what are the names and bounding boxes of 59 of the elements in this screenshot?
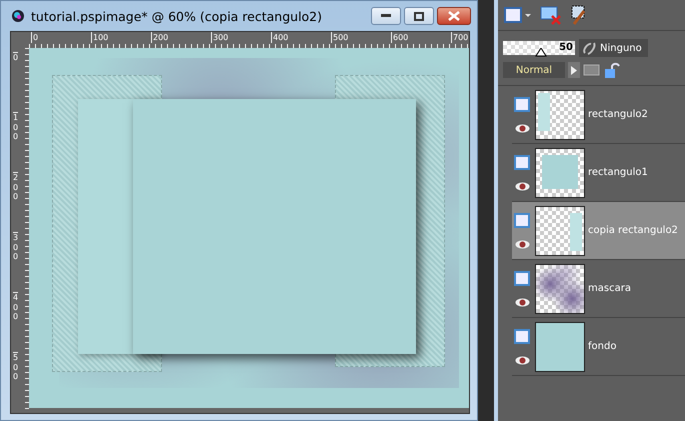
ruler-label: 0	[13, 52, 18, 63]
layer-name: copia rectangulo2	[588, 225, 678, 236]
close-button[interactable]	[437, 7, 471, 25]
raster-layer-icon[interactable]	[514, 96, 530, 112]
maximize-button[interactable]	[404, 7, 434, 25]
raster-layer-icon[interactable]	[514, 270, 530, 286]
blend-menu-button[interactable]	[568, 62, 580, 78]
layer-group-icon[interactable]	[583, 63, 601, 77]
slider-thumb[interactable]	[534, 48, 547, 57]
ruler-label: 400	[271, 32, 288, 43]
opacity-slider[interactable]: 50	[503, 41, 575, 55]
close-icon	[448, 11, 460, 21]
eye-icon[interactable]	[514, 356, 530, 364]
ruler-label: 300	[13, 232, 18, 262]
raster-layer-icon[interactable]	[514, 212, 530, 228]
selection-brush-button[interactable]	[570, 5, 588, 25]
window-title: tutorial.pspimage* @ 60% (copia rectangulo2)	[31, 8, 324, 24]
layer-thumbnail	[535, 148, 585, 198]
eye-icon[interactable]	[514, 298, 530, 306]
ruler-label: 500	[13, 352, 18, 382]
eye-icon[interactable]	[514, 124, 530, 132]
eye-icon[interactable]	[514, 182, 530, 190]
ruler-label: 400	[13, 292, 18, 322]
app-icon	[11, 9, 25, 23]
eye-icon[interactable]	[514, 240, 530, 248]
ruler-label: 200	[151, 32, 168, 43]
blend-mode-dropdown[interactable]: Normal	[503, 62, 565, 78]
ruler-label: 100	[13, 112, 18, 142]
ruler-label: 500	[331, 32, 348, 43]
mask-button[interactable]: Ninguno	[579, 39, 648, 57]
ruler-label: 300	[211, 32, 228, 43]
layer-thumbnail	[535, 90, 585, 140]
layer-name: rectangulo1	[588, 167, 648, 178]
layer-thumbnail	[535, 206, 585, 256]
delete-layer-icon	[540, 5, 562, 25]
ruler-label: 100	[91, 32, 108, 43]
layer-thumbnail	[535, 264, 585, 314]
ruler-label: 0	[31, 32, 38, 43]
layer-name: mascara	[588, 283, 631, 294]
ruler-label: 600	[391, 32, 408, 43]
raster-layer-icon[interactable]	[514, 328, 530, 344]
ruler-label: 700	[451, 32, 468, 43]
maximize-icon	[414, 12, 424, 20]
layer-thumbnail	[535, 322, 585, 372]
caret-icon	[571, 66, 577, 74]
new-layer-button[interactable]	[504, 6, 532, 24]
link-icon	[582, 41, 596, 55]
layer-row[interactable]: copia rectangulo2	[512, 202, 685, 260]
minimize-button[interactable]	[371, 7, 401, 25]
raster-layer-icon[interactable]	[514, 154, 530, 170]
delete-layer-button[interactable]	[540, 5, 562, 25]
minimize-icon	[381, 14, 391, 18]
layer-name: fondo	[588, 341, 616, 352]
layer-name: rectangulo2	[588, 109, 648, 120]
lock-icon[interactable]	[604, 61, 620, 79]
selection-brush-icon	[570, 5, 588, 25]
opacity-value: 50	[559, 41, 573, 55]
ruler-label: 200	[13, 172, 18, 202]
layer-dropdown-icon	[504, 6, 532, 24]
